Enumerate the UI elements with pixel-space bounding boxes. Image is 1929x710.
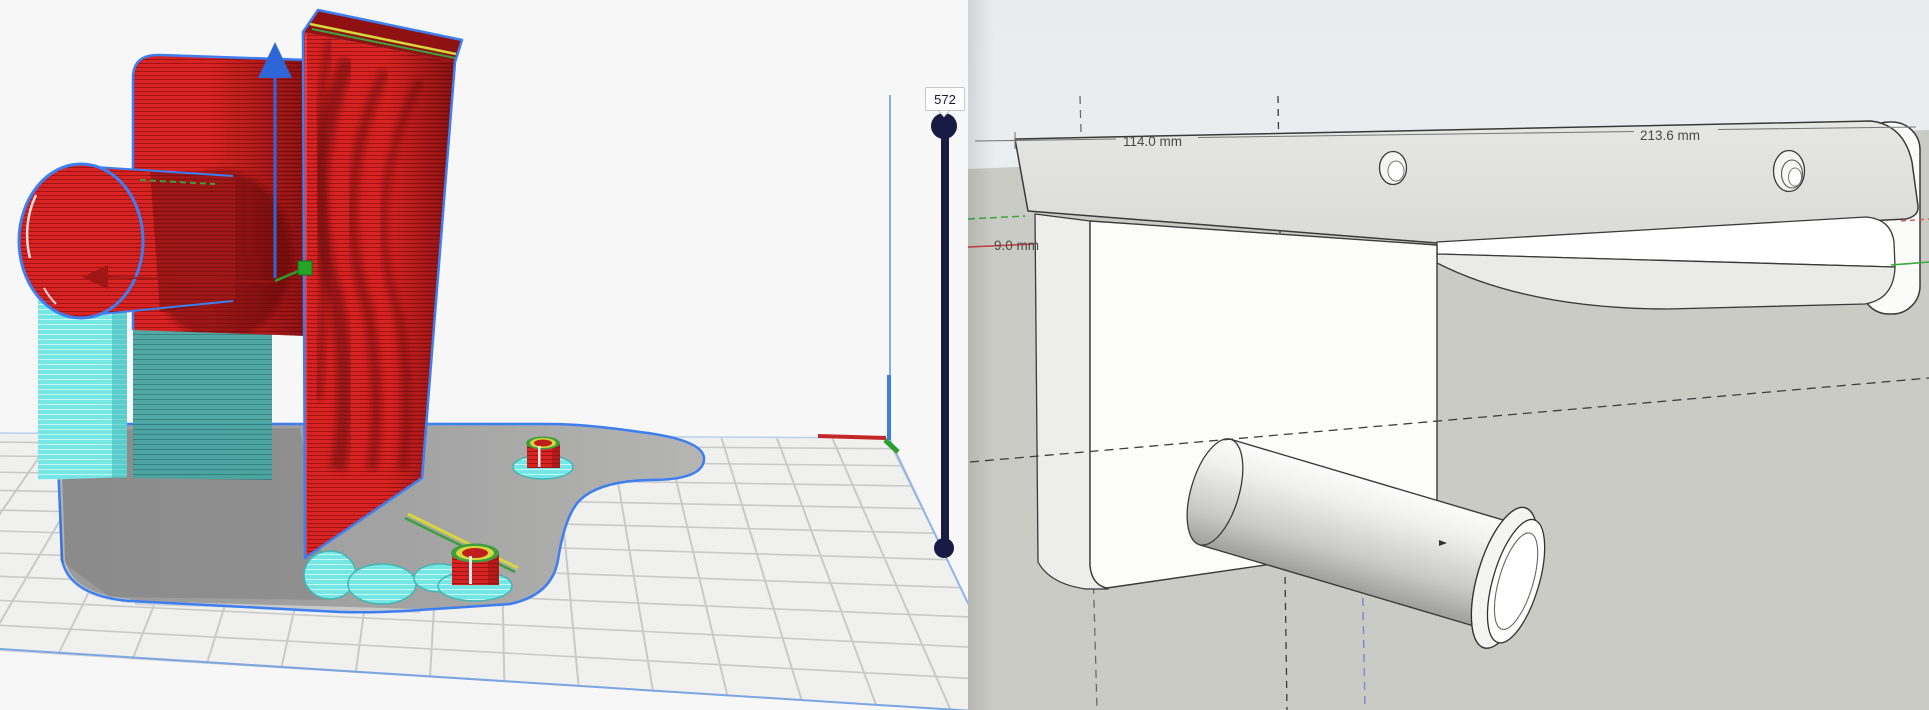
screen: 572 114.0 mm 213.6 mm 9.0 mm [0, 0, 1929, 710]
dimension-label-length: 213.6 mm [1640, 128, 1700, 143]
support-block-front[interactable] [38, 292, 127, 480]
layer-slider-track[interactable] [941, 120, 949, 552]
cad-viewport[interactable]: 114.0 mm 213.6 mm 9.0 mm [968, 0, 1929, 710]
slicer-scene [0, 8, 968, 710]
gizmo-center-handle[interactable] [297, 260, 313, 276]
x-axis-mark [817, 434, 887, 440]
dimension-label-width: 114.0 mm [1123, 134, 1182, 149]
dimension-label-thickness: 9.0 mm [994, 238, 1039, 253]
layer-slider-end [934, 538, 954, 558]
layer-value: 572 [934, 91, 956, 107]
model-cylinder[interactable] [17, 162, 235, 320]
slicer-preview-viewport[interactable]: 572 [0, 0, 968, 710]
cad-scene: 114.0 mm 213.6 mm 9.0 mm [968, 0, 1929, 710]
layer-value-badge: 572 [925, 87, 965, 111]
